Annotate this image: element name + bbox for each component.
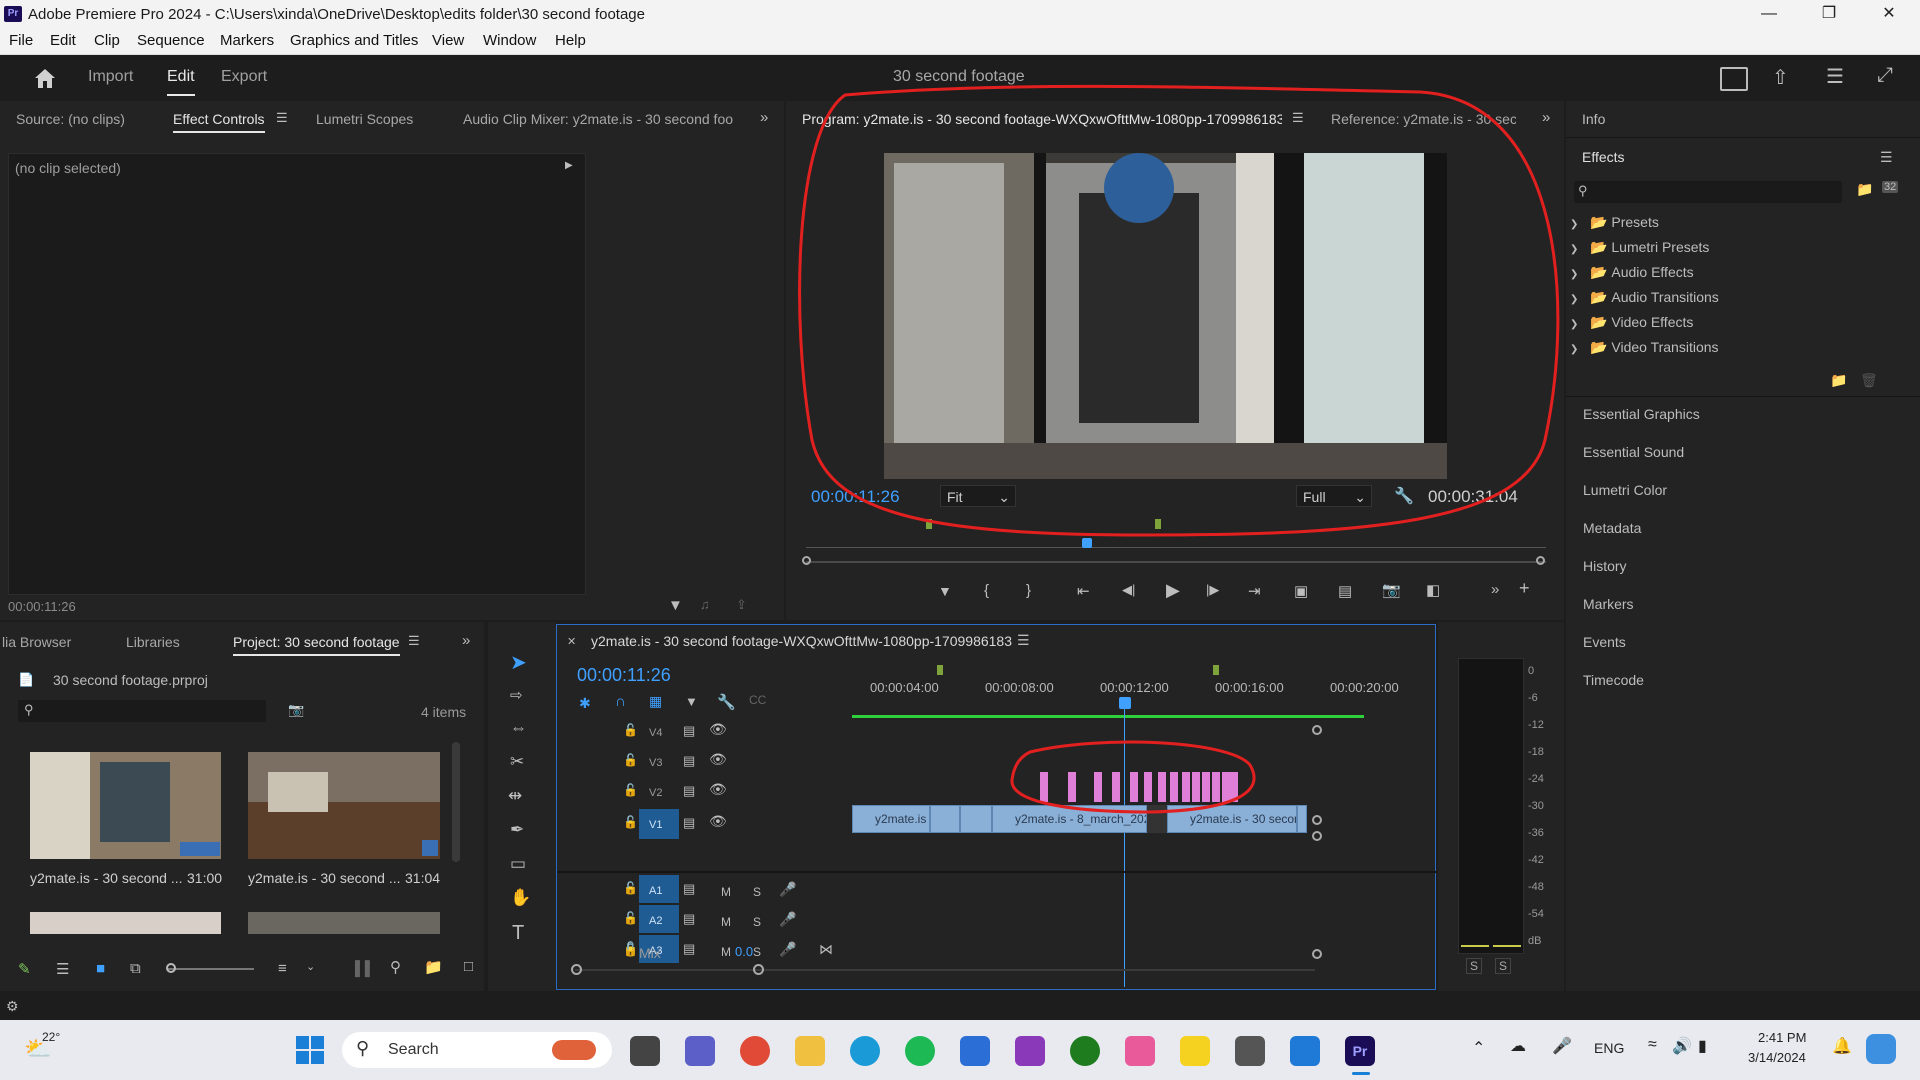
active-app-indicator bbox=[1352, 1072, 1370, 1075]
weather-temp[interactable]: 22° bbox=[42, 1030, 60, 1044]
xbox-icon[interactable] bbox=[1070, 1036, 1100, 1066]
photos-icon[interactable] bbox=[1125, 1036, 1155, 1066]
teams-icon[interactable] bbox=[685, 1036, 715, 1066]
search-icon: ⚲ bbox=[356, 1038, 370, 1058]
language-indicator[interactable]: ENG bbox=[1594, 1040, 1624, 1056]
windows-start-icon[interactable] bbox=[296, 1036, 324, 1064]
spotify-icon[interactable] bbox=[905, 1036, 935, 1066]
volume-icon[interactable]: 🔊 bbox=[1672, 1036, 1692, 1056]
taskbar-search-box[interactable]: ⚲ Search bbox=[342, 1032, 612, 1068]
red-circle-annotation bbox=[1010, 740, 1256, 814]
clock-time[interactable]: 2:41 PM bbox=[1758, 1030, 1806, 1045]
chevron-up-icon[interactable]: ⌃ bbox=[1472, 1038, 1485, 1058]
red-circle-annotation bbox=[798, 84, 1560, 537]
taskbar-search-label: Search bbox=[388, 1041, 439, 1058]
sticky-notes-icon[interactable] bbox=[1180, 1036, 1210, 1066]
chrome-icon[interactable] bbox=[740, 1036, 770, 1066]
unity-icon[interactable] bbox=[1235, 1036, 1265, 1066]
edge-icon[interactable] bbox=[850, 1036, 880, 1066]
task-view-icon[interactable] bbox=[630, 1036, 660, 1066]
battery-icon[interactable]: ▮ bbox=[1698, 1036, 1707, 1056]
vscode-icon[interactable] bbox=[1290, 1036, 1320, 1066]
microphone-icon[interactable]: 🎤 bbox=[1552, 1036, 1572, 1056]
copilot-icon[interactable] bbox=[1866, 1034, 1896, 1064]
file-explorer-icon[interactable] bbox=[795, 1036, 825, 1066]
windows-taskbar: ⛅ 22° ⚲ Search Pr ⌃ ☁ 🎤 ENG ≈ 🔊 ▮ 2:41 P… bbox=[0, 1020, 1920, 1080]
onedrive-icon[interactable]: ☁ bbox=[1510, 1036, 1526, 1056]
app-icon[interactable] bbox=[1015, 1036, 1045, 1066]
wifi-icon[interactable]: ≈ bbox=[1648, 1036, 1657, 1054]
microsoft-store-icon[interactable] bbox=[960, 1036, 990, 1066]
clock-date[interactable]: 3/14/2024 bbox=[1748, 1050, 1806, 1065]
search-highlight-icon bbox=[552, 1040, 596, 1060]
annotation-overlay bbox=[798, 84, 1560, 814]
premiere-pro-taskbar-icon[interactable]: Pr bbox=[1345, 1036, 1375, 1066]
notification-bell-icon[interactable]: 🔔 bbox=[1832, 1036, 1852, 1056]
